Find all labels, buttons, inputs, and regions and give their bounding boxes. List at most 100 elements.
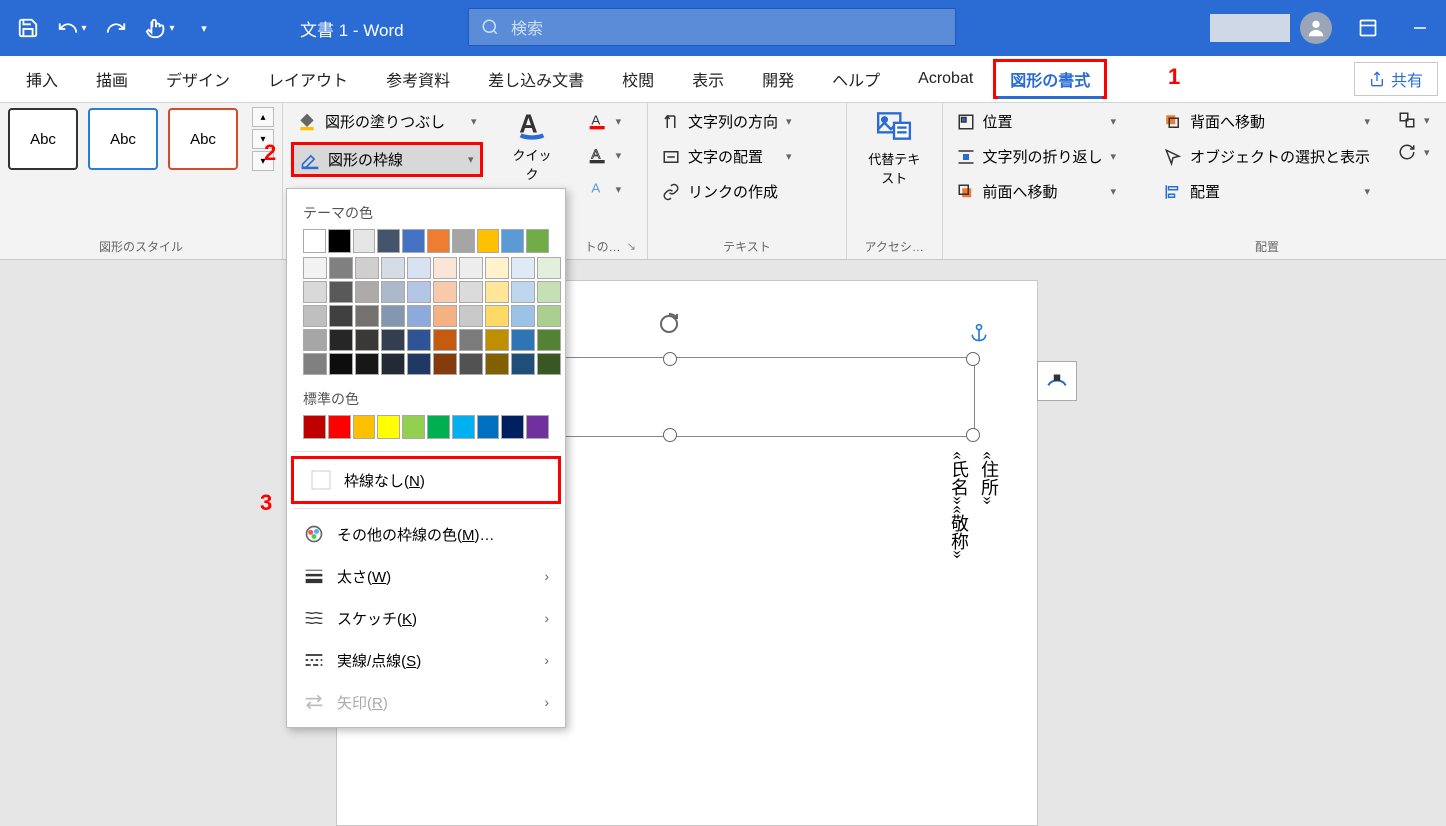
color-swatch[interactable] <box>485 353 509 375</box>
color-swatch[interactable] <box>407 305 431 327</box>
color-swatch[interactable] <box>328 415 351 439</box>
send-backward-button[interactable]: 背面へ移動▾ <box>1158 107 1376 136</box>
style-preset-2[interactable]: Abc <box>88 108 158 170</box>
tab-insert[interactable]: 挿入 <box>8 59 76 99</box>
dashes-item[interactable]: 実線/点線(S) › <box>287 639 565 681</box>
tab-help[interactable]: ヘルプ <box>814 59 898 99</box>
color-swatch[interactable] <box>511 257 535 279</box>
color-swatch[interactable] <box>303 353 327 375</box>
quick-styles-button[interactable]: A クイック <box>499 107 566 183</box>
text-effects-button[interactable]: A▾ <box>582 175 628 203</box>
color-swatch[interactable] <box>303 281 327 303</box>
color-swatch[interactable] <box>381 353 405 375</box>
color-swatch[interactable] <box>355 305 379 327</box>
resize-handle-n[interactable] <box>663 352 677 366</box>
color-swatch[interactable] <box>537 281 561 303</box>
undo-button[interactable]: ▾ <box>52 8 92 48</box>
tab-draw[interactable]: 描画 <box>78 59 146 99</box>
color-swatch[interactable] <box>485 329 509 351</box>
color-swatch[interactable] <box>353 415 376 439</box>
redo-button[interactable] <box>96 8 136 48</box>
position-button[interactable]: 位置▾ <box>951 107 1123 136</box>
color-swatch[interactable] <box>485 257 509 279</box>
rotate-handle[interactable] <box>657 312 681 339</box>
style-preset-1[interactable]: Abc <box>8 108 78 170</box>
color-swatch[interactable] <box>477 229 500 253</box>
color-swatch[interactable] <box>402 415 425 439</box>
qat-customize-button[interactable]: ▾ <box>184 8 224 48</box>
color-swatch[interactable] <box>511 329 535 351</box>
tab-design[interactable]: デザイン <box>148 59 248 99</box>
color-swatch[interactable] <box>501 415 524 439</box>
color-swatch[interactable] <box>407 329 431 351</box>
layout-options-button[interactable] <box>1037 361 1077 401</box>
tab-references[interactable]: 参考資料 <box>368 59 468 99</box>
tab-view[interactable]: 表示 <box>674 59 742 99</box>
color-swatch[interactable] <box>303 229 326 253</box>
text-fill-button[interactable]: A▾ <box>582 107 628 135</box>
color-swatch[interactable] <box>355 329 379 351</box>
color-swatch[interactable] <box>427 229 450 253</box>
color-swatch[interactable] <box>407 281 431 303</box>
color-swatch[interactable] <box>526 229 549 253</box>
share-button[interactable]: 共有 <box>1354 62 1438 96</box>
style-preset-3[interactable]: Abc <box>168 108 238 170</box>
color-swatch[interactable] <box>459 257 483 279</box>
color-swatch[interactable] <box>511 305 535 327</box>
color-swatch[interactable] <box>355 257 379 279</box>
ribbon-display-button[interactable] <box>1342 0 1394 56</box>
tab-acrobat[interactable]: Acrobat <box>900 62 991 96</box>
rotate-button[interactable]: ▾ <box>1392 139 1436 165</box>
color-swatch[interactable] <box>381 257 405 279</box>
align-button[interactable]: 配置▾ <box>1158 177 1376 206</box>
color-swatch[interactable] <box>381 305 405 327</box>
resize-handle-s[interactable] <box>663 428 677 442</box>
color-swatch[interactable] <box>381 281 405 303</box>
weight-item[interactable]: 太さ(W) › <box>287 555 565 597</box>
color-swatch[interactable] <box>329 257 353 279</box>
color-swatch[interactable] <box>407 353 431 375</box>
alt-text-button[interactable]: 代替テキスト <box>855 107 934 187</box>
search-box[interactable]: 検索 <box>468 8 956 46</box>
color-swatch[interactable] <box>402 229 425 253</box>
color-swatch[interactable] <box>303 329 327 351</box>
color-swatch[interactable] <box>537 257 561 279</box>
tab-review[interactable]: 校閲 <box>604 59 672 99</box>
color-swatch[interactable] <box>329 305 353 327</box>
text-outline-button[interactable]: A▾ <box>582 141 628 169</box>
color-swatch[interactable] <box>511 353 535 375</box>
group-objects-button[interactable]: ▾ <box>1392 107 1436 133</box>
color-swatch[interactable] <box>452 229 475 253</box>
minimize-button[interactable] <box>1394 0 1446 56</box>
bring-forward-button[interactable]: 前面へ移動▾ <box>951 177 1123 206</box>
create-link-button[interactable]: リンクの作成 <box>656 177 798 206</box>
more-colors-item[interactable]: その他の枠線の色(M)… <box>287 513 565 555</box>
style-gallery[interactable]: Abc Abc Abc ▴▾▾ <box>8 107 274 171</box>
color-swatch[interactable] <box>303 257 327 279</box>
color-swatch[interactable] <box>477 415 500 439</box>
color-swatch[interactable] <box>459 329 483 351</box>
color-swatch[interactable] <box>433 281 457 303</box>
color-swatch[interactable] <box>329 281 353 303</box>
color-swatch[interactable] <box>303 305 327 327</box>
color-swatch[interactable] <box>427 415 450 439</box>
align-text-button[interactable]: 文字の配置▾ <box>656 142 798 171</box>
resize-handle-ne[interactable] <box>966 352 980 366</box>
color-swatch[interactable] <box>355 281 379 303</box>
wrap-text-button[interactable]: 文字列の折り返し▾ <box>951 142 1123 171</box>
tab-shape-format[interactable]: 図形の書式 <box>993 59 1107 99</box>
tab-mailings[interactable]: 差し込み文書 <box>470 59 602 99</box>
color-swatch[interactable] <box>433 305 457 327</box>
color-swatch[interactable] <box>328 229 351 253</box>
color-swatch[interactable] <box>381 329 405 351</box>
color-swatch[interactable] <box>501 229 524 253</box>
color-swatch[interactable] <box>537 329 561 351</box>
color-swatch[interactable] <box>329 353 353 375</box>
save-button[interactable] <box>8 8 48 48</box>
tab-developer[interactable]: 開発 <box>744 59 812 99</box>
color-swatch[interactable] <box>485 281 509 303</box>
text-direction-button[interactable]: 文字列の方向▾ <box>656 107 798 136</box>
color-swatch[interactable] <box>355 353 379 375</box>
user-avatar[interactable] <box>1300 12 1332 44</box>
color-swatch[interactable] <box>433 353 457 375</box>
